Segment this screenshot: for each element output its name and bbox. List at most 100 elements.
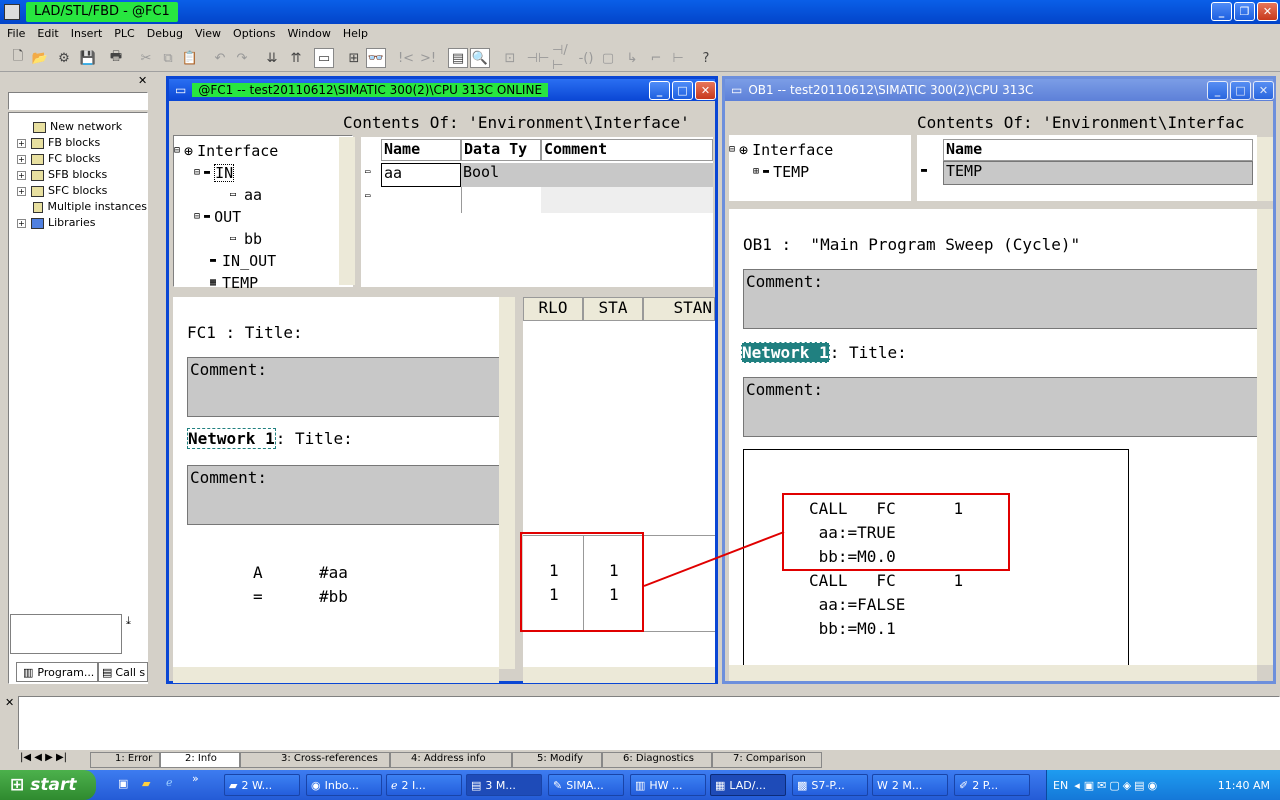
save-icon[interactable]: 💾 <box>78 48 98 68</box>
fc1-close-button[interactable]: ✕ <box>695 81 716 100</box>
tree-out[interactable]: ⊟ ▬ OUT <box>174 206 352 228</box>
taskbar-item-10[interactable]: ✐ 2 P... <box>954 774 1030 796</box>
details-close-icon[interactable]: ✕ <box>5 696 14 709</box>
online-offline-icon[interactable]: ▭ <box>314 48 334 68</box>
tab-comparison[interactable]: 7: Comparison <box>712 752 822 768</box>
taskbar-item-8[interactable]: ▩ S7-P... <box>792 774 868 796</box>
tab-program[interactable]: ▥ Program... <box>16 662 98 682</box>
ob1-minimize-button[interactable]: _ <box>1207 81 1228 100</box>
ob1-tree-temp[interactable]: ⊞ ▬ TEMP <box>729 161 911 183</box>
quicklaunch-desktop-icon[interactable]: ▣ <box>118 777 128 790</box>
ob1-block-comment[interactable]: Comment: <box>743 269 1257 329</box>
taskbar-item-7[interactable]: ▦ LAD/... <box>710 774 786 796</box>
ob1-network-label[interactable]: Network 1: Title: <box>741 342 907 363</box>
menu-options[interactable]: Options <box>227 24 281 44</box>
accessible-nodes-icon[interactable]: ⚙ <box>54 48 74 68</box>
menu-file[interactable]: File <box>1 24 31 44</box>
sort-icon[interactable]: ⤓ <box>126 614 131 628</box>
taskbar-item-4[interactable]: ▤ 3 M... <box>466 774 542 796</box>
fc1-code-area[interactable]: FC1 : Title: Comment: Network 1: Title: … <box>173 297 507 669</box>
fc1-network-comment[interactable]: Comment: <box>187 465 507 525</box>
next-breakpoint-icon[interactable]: >! <box>418 48 438 68</box>
tab-error[interactable]: 1: Error <box>90 752 160 768</box>
overview-icon[interactable]: ▤ <box>448 48 468 68</box>
diagnostics-icon[interactable]: ⊞ <box>344 48 364 68</box>
tab-modify[interactable]: 5: Modify <box>512 752 602 768</box>
tree-bb[interactable]: ▭ bb <box>174 228 352 250</box>
ob1-maximize-button[interactable]: □ <box>1230 81 1251 100</box>
open-icon[interactable]: 📂 <box>30 48 50 68</box>
tree-temp[interactable]: ▦ TEMP <box>174 272 352 294</box>
menu-insert[interactable]: Insert <box>65 24 109 44</box>
maximize-button[interactable]: ❐ <box>1234 2 1255 21</box>
panel-close-icon[interactable]: ✕ <box>138 74 147 87</box>
fc1-block-comment[interactable]: Comment: <box>187 357 507 417</box>
taskbar-item-2[interactable]: ◉ Inbo... <box>306 774 382 796</box>
menu-view[interactable]: View <box>189 24 227 44</box>
minimize-button[interactable]: _ <box>1211 2 1232 21</box>
taskbar-item-1[interactable]: ▰ 2 W... <box>224 774 300 796</box>
tree-item-sfc-blocks[interactable]: + SFC blocks <box>9 183 147 199</box>
tab-info[interactable]: 2: Info <box>160 752 240 768</box>
quicklaunch-ie-icon[interactable]: ℯ <box>166 776 173 789</box>
start-button[interactable]: ⊞ start <box>0 770 96 800</box>
menu-window[interactable]: Window <box>282 24 337 44</box>
ob1-code-area[interactable]: OB1 : "Main Program Sweep (Cycle)" Comme… <box>729 209 1257 665</box>
fc1-status-hscroll[interactable] <box>523 667 715 683</box>
menu-help[interactable]: Help <box>337 24 374 44</box>
download-icon[interactable]: ⇊ <box>262 48 282 68</box>
new-icon[interactable]: 🗋 <box>8 48 28 68</box>
ob1-code-hscroll[interactable] <box>729 665 1257 681</box>
row-name-cell[interactable]: aa <box>381 163 461 187</box>
ob1-close-button[interactable]: ✕ <box>1253 81 1274 100</box>
menu-plc[interactable]: PLC <box>108 24 140 44</box>
quicklaunch-explorer-icon[interactable]: ▰ <box>142 777 150 790</box>
coil-icon[interactable]: -() <box>576 48 596 68</box>
contact-nc-icon[interactable]: ⊣/⊢ <box>552 43 572 73</box>
taskbar-item-9[interactable]: W2 M... <box>872 774 948 796</box>
catalog-search[interactable] <box>8 92 148 110</box>
app-icon[interactable] <box>4 4 20 20</box>
details-icon[interactable]: 🔍 <box>470 48 490 68</box>
redo-icon[interactable]: ↷ <box>232 48 252 68</box>
tab-cross-references[interactable]: 3: Cross-references <box>240 752 390 768</box>
taskbar-item-3[interactable]: ℯ2 I... <box>386 774 462 796</box>
tree-item-libraries[interactable]: + Libraries <box>9 215 147 231</box>
fc1-tree-scrollbar[interactable] <box>339 137 355 285</box>
ob1-table-vscroll[interactable] <box>1257 137 1273 201</box>
tree-item-new-network[interactable]: New network <box>9 119 147 135</box>
help-icon[interactable]: ? <box>696 48 716 68</box>
tree-item-fb-blocks[interactable]: + FB blocks <box>9 135 147 151</box>
fc1-code-hscroll[interactable] <box>173 667 499 683</box>
taskbar-item-5[interactable]: ✎ SIMA... <box>548 774 624 796</box>
col-comment[interactable]: Comment <box>541 139 713 161</box>
taskbar-item-6[interactable]: ▥ HW ... <box>630 774 706 796</box>
connection-icon[interactable]: ⊢ <box>668 48 688 68</box>
ob1-tree-interface[interactable]: ⊟ ⊕ Interface <box>729 139 911 161</box>
box-icon[interactable]: ▢ <box>598 48 618 68</box>
fc1-minimize-button[interactable]: _ <box>649 81 670 100</box>
menu-debug[interactable]: Debug <box>141 24 189 44</box>
cut-icon[interactable]: ✂ <box>136 48 156 68</box>
col-name[interactable]: Name <box>381 139 461 161</box>
ob1-code-vscroll[interactable] <box>1257 209 1273 665</box>
copy-icon[interactable]: ⧉ <box>158 48 178 68</box>
tab-call-structure[interactable]: ▤ Call s <box>98 662 148 682</box>
tray-expand-icon[interactable]: ◂ <box>1074 779 1080 792</box>
tree-in-out[interactable]: ▬ IN_OUT <box>174 250 352 272</box>
contact-no-icon[interactable]: ⊣⊢ <box>527 48 550 68</box>
tree-item-fc-blocks[interactable]: + FC blocks <box>9 151 147 167</box>
undo-icon[interactable]: ↶ <box>210 48 230 68</box>
fc1-network-label[interactable]: Network 1: Title: <box>187 428 353 449</box>
close-button[interactable]: ✕ <box>1257 2 1278 21</box>
branch-open-icon[interactable]: ↳ <box>622 48 642 68</box>
row-type-cell[interactable]: Bool <box>461 163 713 187</box>
menu-edit[interactable]: Edit <box>31 24 64 44</box>
language-indicator[interactable]: EN <box>1053 779 1068 792</box>
print-icon[interactable]: 🖶 <box>106 48 126 68</box>
tree-item-multiple-instances[interactable]: Multiple instances <box>9 199 147 215</box>
tree-in[interactable]: ⊟ ▬ IN <box>174 162 352 184</box>
fc1-code-vscroll[interactable] <box>499 297 515 669</box>
tab-diagnostics[interactable]: 6: Diagnostics <box>602 752 712 768</box>
nav-arrows-icon[interactable]: |◀ ◀ ▶ ▶| <box>20 752 90 768</box>
